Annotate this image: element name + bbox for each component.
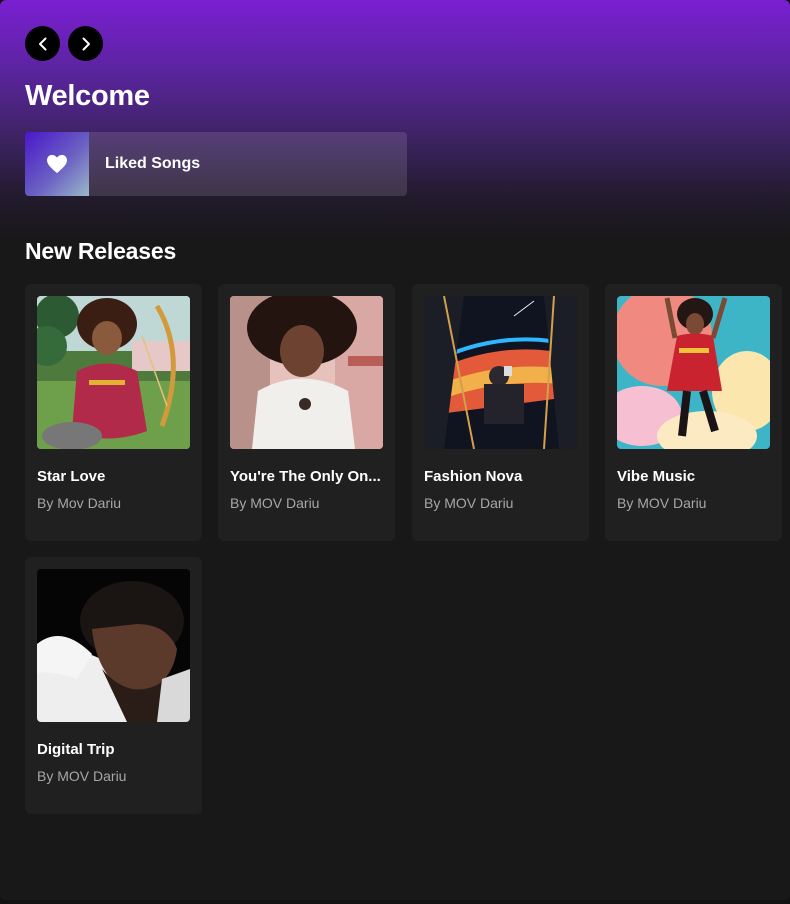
album-cover	[230, 296, 383, 449]
release-title: Vibe Music	[617, 468, 696, 485]
album-cover	[37, 569, 190, 722]
page-title: Welcome	[25, 80, 150, 112]
liked-songs-art	[25, 132, 89, 196]
liked-songs-shortcut[interactable]: Liked Songs	[25, 132, 407, 196]
release-title: You're The Only On...	[230, 468, 381, 485]
release-artist[interactable]: By MOV Dariu	[424, 495, 577, 511]
forward-button[interactable]	[68, 26, 103, 61]
release-card[interactable]: Star Love By Mov Dariu	[25, 284, 202, 541]
release-artist[interactable]: By MOV Dariu	[230, 495, 383, 511]
section-title: New Releases	[25, 238, 177, 264]
album-cover	[617, 296, 770, 449]
release-title: Star Love	[37, 468, 106, 485]
release-title: Digital Trip	[37, 741, 115, 758]
album-cover	[424, 296, 577, 449]
release-card[interactable]: Digital Trip By MOV Dariu	[25, 557, 202, 814]
back-button[interactable]	[25, 26, 60, 61]
release-card[interactable]: You're The Only On... By MOV Dariu	[218, 284, 395, 541]
main-view: Welcome Liked Songs New Releases Star Lo…	[0, 0, 790, 900]
chevron-left-icon	[38, 37, 46, 50]
release-artist[interactable]: By Mov Dariu	[37, 495, 190, 511]
history-nav	[25, 26, 103, 61]
release-artist[interactable]: By MOV Dariu	[617, 495, 770, 511]
liked-songs-label: Liked Songs	[105, 155, 201, 172]
album-cover	[37, 296, 190, 449]
heart-icon	[47, 154, 67, 174]
release-card[interactable]: Fashion Nova By MOV Dariu	[412, 284, 589, 541]
release-artist[interactable]: By MOV Dariu	[37, 768, 190, 784]
release-card[interactable]: Vibe Music By MOV Dariu	[605, 284, 782, 541]
chevron-right-icon	[82, 37, 90, 50]
release-title: Fashion Nova	[424, 468, 523, 485]
